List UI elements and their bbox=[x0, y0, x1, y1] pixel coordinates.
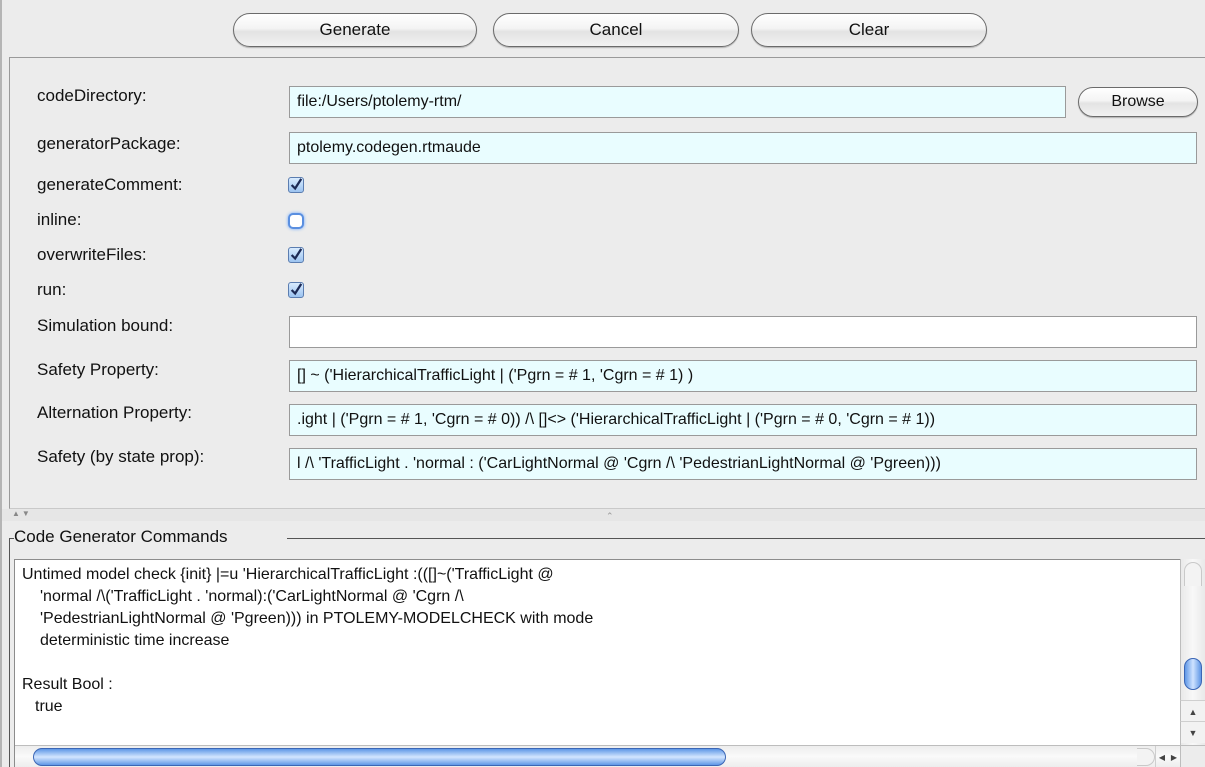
horizontal-scroll-thumb[interactable] bbox=[33, 748, 726, 766]
alternation-property-label: Alternation Property: bbox=[37, 403, 192, 422]
safety-state-prop-field[interactable]: l /\ 'TrafficLight . 'normal : ('CarLigh… bbox=[289, 448, 1197, 480]
group-border-left bbox=[9, 538, 10, 767]
commands-group-title: Code Generator Commands bbox=[14, 527, 231, 547]
scrollbar-corner bbox=[1180, 745, 1205, 767]
code-generator-window: Generate Cancel Clear codeDirectory: fil… bbox=[0, 0, 1205, 767]
arrow-down-icon: ▼ bbox=[1188, 727, 1198, 738]
generate-button[interactable]: Generate bbox=[233, 13, 477, 47]
safety-property-label: Safety Property: bbox=[37, 360, 159, 379]
scroll-down-button[interactable]: ▼ bbox=[1180, 721, 1205, 743]
scroll-up-button[interactable]: ▲ bbox=[1180, 700, 1205, 722]
parameters-panel: codeDirectory: file:/Users/ptolemy-rtm/ … bbox=[9, 57, 1205, 509]
horizontal-scrollbar[interactable]: ◀ ▶ bbox=[15, 745, 1180, 767]
inline-label: inline: bbox=[37, 210, 82, 229]
inline-checkbox[interactable] bbox=[288, 213, 304, 229]
scrollbar-track-cap bbox=[1184, 562, 1202, 586]
simulation-bound-field[interactable] bbox=[289, 316, 1197, 348]
output-line: 'PedestrianLightNormal @ 'Pgreen))) in P… bbox=[40, 610, 594, 627]
overwrite-files-checkbox[interactable] bbox=[288, 247, 304, 263]
output-line: true bbox=[35, 698, 63, 715]
horizontal-scroll-arrows: ◀ ▶ bbox=[1155, 746, 1180, 767]
code-directory-label: codeDirectory: bbox=[37, 86, 147, 105]
vertical-scroll-thumb[interactable] bbox=[1184, 658, 1202, 690]
run-checkbox[interactable] bbox=[288, 282, 304, 298]
generator-package-field[interactable]: ptolemy.codegen.rtmaude bbox=[289, 132, 1197, 164]
arrow-left-icon[interactable]: ◀ bbox=[1159, 753, 1165, 762]
split-arrows-icon[interactable]: ▲▼ bbox=[12, 509, 32, 518]
commands-output-text: Untimed model check {init} |=u 'Hierarch… bbox=[22, 564, 1182, 718]
code-directory-field[interactable]: file:/Users/ptolemy-rtm/ bbox=[289, 86, 1066, 118]
safety-state-prop-label: Safety (by state prop): bbox=[37, 447, 205, 466]
cancel-button[interactable]: Cancel bbox=[493, 13, 739, 47]
checkmark-icon bbox=[290, 283, 303, 296]
output-line: Untimed model check {init} |=u 'Hierarch… bbox=[22, 566, 554, 583]
browse-button[interactable]: Browse bbox=[1078, 87, 1198, 117]
output-line: Result Bool : bbox=[22, 676, 113, 693]
clear-button[interactable]: Clear bbox=[751, 13, 987, 47]
alternation-property-field[interactable]: .ight | ('Pgrn = # 1, 'Cgrn = # 0)) /\ [… bbox=[289, 404, 1197, 436]
arrow-up-icon: ▲ bbox=[1188, 706, 1198, 717]
commands-output-area[interactable]: Untimed model check {init} |=u 'Hierarch… bbox=[14, 559, 1205, 767]
window-left-border bbox=[0, 56, 2, 767]
generate-comment-checkbox[interactable] bbox=[288, 177, 304, 193]
output-line: 'normal /\('TrafficLight . 'normal):('Ca… bbox=[40, 588, 464, 605]
run-label: run: bbox=[37, 280, 67, 299]
arrow-right-icon[interactable]: ▶ bbox=[1171, 753, 1177, 762]
toolbar: Generate Cancel Clear bbox=[0, 0, 1205, 56]
safety-property-field[interactable]: [] ~ ('HierarchicalTrafficLight | ('Pgrn… bbox=[289, 360, 1197, 392]
checkmark-icon bbox=[290, 248, 303, 261]
checkmark-icon bbox=[290, 178, 303, 191]
generate-comment-label: generateComment: bbox=[37, 175, 183, 194]
generator-package-label: generatorPackage: bbox=[37, 134, 181, 153]
output-line: deterministic time increase bbox=[40, 632, 230, 649]
divider-grip-icon: ⌃ bbox=[606, 511, 614, 521]
split-pane-divider[interactable]: ▲▼ ⌃ bbox=[2, 509, 1205, 521]
group-border-top-right bbox=[287, 538, 1205, 539]
scrollbar-track-cap bbox=[1137, 748, 1155, 766]
overwrite-files-label: overwriteFiles: bbox=[37, 245, 147, 264]
simulation-bound-label: Simulation bound: bbox=[37, 316, 174, 335]
